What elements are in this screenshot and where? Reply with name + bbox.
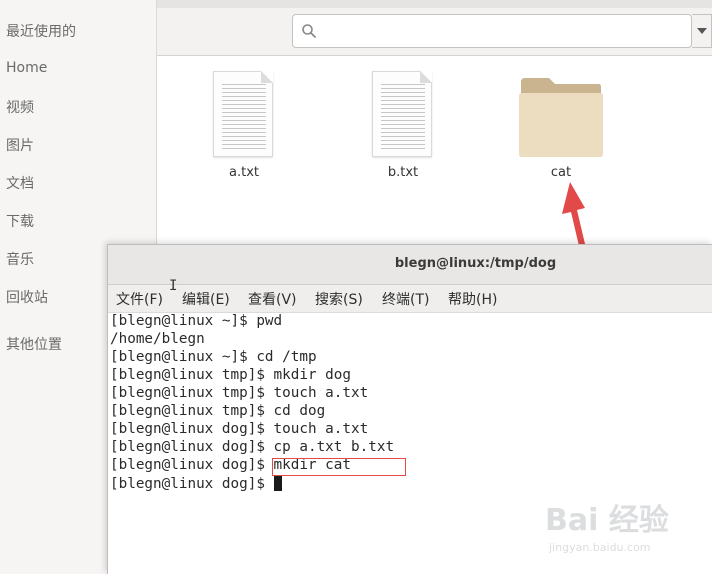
text-file-icon[interactable] — [213, 71, 273, 157]
toolbar-edge — [157, 0, 712, 8]
watermark: Bai 经验 jingyan.baidu.com — [545, 495, 705, 565]
search-icon — [302, 24, 316, 38]
search-dropdown-button[interactable] — [692, 14, 712, 48]
text-cursor-icon: I — [169, 278, 178, 294]
terminal-line: [blegn@linux ~]$ cd /tmp — [110, 349, 317, 365]
terminal-menubar: 文件(F) 编辑(E) 查看(V) 搜索(S) 终端(T) 帮助(H) — [108, 285, 712, 313]
menu-file[interactable]: 文件(F) — [116, 289, 163, 309]
command-highlight-box — [272, 458, 406, 476]
terminal-prompt-line: [blegn@linux dog]$ — [110, 475, 282, 492]
terminal-line: [blegn@linux dog]$ touch a.txt — [110, 421, 369, 437]
search-input[interactable] — [292, 14, 692, 48]
sidebar-item-downloads[interactable]: 下载 — [6, 211, 34, 231]
menu-help[interactable]: 帮助(H) — [448, 289, 497, 309]
terminal-line: [blegn@linux ~]$ pwd — [110, 313, 283, 329]
menu-search[interactable]: 搜索(S) — [315, 289, 363, 309]
menu-view[interactable]: 查看(V) — [248, 289, 297, 309]
terminal-title: blegn@linux:/tmp/dog — [394, 256, 557, 271]
sidebar-item-home[interactable]: Home — [6, 60, 47, 76]
file-label-a[interactable]: a.txt — [204, 165, 284, 180]
terminal-line: [blegn@linux tmp]$ mkdir dog — [110, 367, 352, 383]
sidebar-item-trash[interactable]: 回收站 — [6, 287, 48, 307]
sidebar-item-documents[interactable]: 文档 — [6, 173, 34, 193]
terminal-line: [blegn@linux tmp]$ touch a.txt — [110, 385, 369, 401]
sidebar-item-other-locations[interactable]: 其他位置 — [6, 334, 62, 354]
file-label-cat[interactable]: cat — [521, 165, 601, 180]
terminal-cursor — [273, 475, 282, 491]
terminal-prompt: [blegn@linux dog]$ — [110, 476, 274, 492]
sidebar-item-videos[interactable]: 视频 — [6, 97, 34, 117]
sidebar-item-recent[interactable]: 最近使用的 — [6, 21, 76, 41]
terminal-line: [blegn@linux dog]$ cp a.txt b.txt — [110, 439, 395, 455]
file-label-b[interactable]: b.txt — [363, 165, 443, 180]
text-file-icon[interactable] — [372, 71, 432, 157]
menu-terminal[interactable]: 终端(T) — [382, 289, 429, 309]
folder-icon[interactable] — [519, 74, 603, 158]
terminal-line: /home/blegn — [110, 331, 205, 347]
terminal-titlebar[interactable]: blegn@linux:/tmp/dog — [108, 245, 712, 285]
menu-edit[interactable]: 编辑(E) — [182, 289, 230, 309]
chevron-down-icon — [697, 28, 707, 34]
terminal-line: [blegn@linux tmp]$ cd dog — [110, 403, 326, 419]
sidebar-item-pictures[interactable]: 图片 — [6, 135, 34, 155]
sidebar-item-music[interactable]: 音乐 — [6, 249, 34, 269]
watermark-logo: Bai 经验 — [545, 503, 669, 538]
watermark-url: jingyan.baidu.com — [549, 541, 651, 554]
